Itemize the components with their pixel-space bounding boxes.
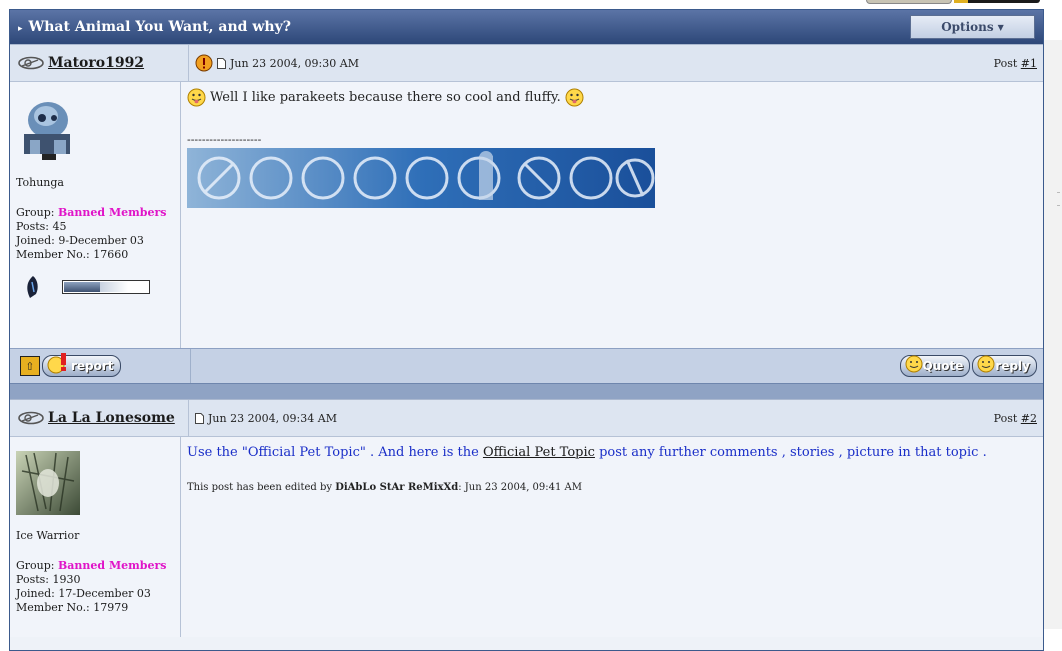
post-footer-right: Quote reply [191, 349, 1043, 383]
post-date: Jun 23 2004, 09:30 AM [230, 56, 359, 70]
top-toolbar-stub [866, 0, 952, 4]
post-meta: Jun 23 2004, 09:30 AM Post #1 [189, 45, 1043, 81]
author-info: Ice Warrior Group: Banned Members Posts:… [10, 437, 181, 637]
back-to-top-button[interactable]: ⇧ [20, 356, 40, 376]
member-number: Member No.: 17660 [16, 248, 129, 261]
member-number: Member No.: 17979 [16, 601, 129, 614]
tongue-smiley-icon [187, 88, 206, 107]
post-message: Use the "Official Pet Topic" . And here … [187, 445, 1037, 460]
group-label: Group: [16, 206, 55, 219]
avatar [16, 451, 80, 515]
member-extras [16, 274, 180, 300]
post-number-link[interactable]: #2 [1021, 412, 1037, 425]
reply-icon [977, 355, 995, 373]
tongue-smiley-icon [565, 88, 584, 107]
post-author-cell: La La Lonesome [10, 400, 189, 436]
member-joined: Joined: 9-December 03 [16, 234, 144, 247]
up-arrow-icon: ⇧ [25, 359, 35, 373]
reply-button[interactable]: reply [972, 355, 1037, 377]
post-number-wrap: Post #2 [994, 412, 1037, 425]
post-label: Post [993, 56, 1018, 70]
quote-icon [905, 355, 923, 373]
post-body: Ice Warrior Group: Banned Members Posts:… [10, 436, 1043, 637]
report-alert-icon [47, 353, 66, 374]
reputation-bar [62, 280, 150, 294]
member-group: Group: Banned Members [16, 559, 180, 573]
signature-banner-image [187, 148, 655, 208]
quote-button[interactable]: Quote [899, 355, 971, 377]
butterfly-icon [27, 276, 38, 298]
report-label: report [71, 359, 114, 373]
post-author-name[interactable]: La La Lonesome [48, 410, 175, 426]
user-online-icon [18, 411, 44, 425]
post-doc-icon [195, 412, 204, 424]
author-info: Tohunga Group: Banned Members Posts: 45 … [10, 82, 181, 348]
topic-container: ▸ What Animal You Want, and why? Options … [9, 9, 1044, 651]
warning-icon [195, 54, 213, 72]
post-footer: ⇧ report Quote reply [10, 348, 1043, 383]
user-online-icon [18, 56, 44, 70]
post-body: Tohunga Group: Banned Members Posts: 45 … [10, 81, 1043, 348]
avatar [16, 96, 78, 162]
post-divider [10, 383, 1043, 399]
top-toolbar-stub-dark [954, 0, 1040, 3]
member-rank: Tohunga [16, 176, 64, 189]
post-header: Matoro1992 Jun 23 2004, 09:30 AM Post #1 [10, 44, 1043, 81]
scrollbar-grip[interactable] [1057, 192, 1060, 206]
post-message-part2: post any further comments , stories , pi… [594, 445, 987, 460]
post-content: Well I like parakeets because there so c… [181, 82, 1043, 348]
post-doc-icon [217, 57, 226, 69]
chevron-down-icon: ▼ [997, 22, 1004, 32]
group-label: Group: [16, 559, 55, 572]
options-button[interactable]: Options ▼ [910, 15, 1035, 39]
post-date-wrap: Jun 23 2004, 09:30 AM [195, 54, 359, 72]
post-number-link[interactable]: #1 [1021, 57, 1037, 70]
bullet-arrow-icon: ▸ [18, 24, 23, 34]
post-content: Use the "Official Pet Topic" . And here … [181, 437, 1043, 637]
member-rank: Ice Warrior [16, 529, 80, 542]
member-posts: Posts: 45 [16, 220, 67, 233]
topic-title: What Animal You Want, and why? [28, 19, 291, 35]
member-posts: Posts: 1930 [16, 573, 81, 586]
official-pet-topic-link[interactable]: Official Pet Topic [483, 445, 595, 460]
post-date: Jun 23 2004, 09:34 AM [208, 411, 337, 425]
scrollbar[interactable] [1043, 40, 1062, 629]
reply-label: reply [995, 359, 1030, 373]
edited-note: This post has been edited by DiAbLo StAr… [187, 482, 1037, 493]
edited-by: DiAbLo StAr ReMixXd [335, 482, 459, 493]
post-author-cell: Matoro1992 [10, 45, 189, 81]
group-name: Banned Members [58, 206, 167, 219]
topic-title-wrap: ▸ What Animal You Want, and why? [18, 19, 291, 35]
group-name: Banned Members [58, 559, 167, 572]
post-message: Well I like parakeets because there so c… [187, 88, 1037, 107]
post-date-wrap: Jun 23 2004, 09:34 AM [195, 412, 337, 425]
post-number-wrap: Post #1 [994, 57, 1037, 70]
member-group: Group: Banned Members [16, 206, 180, 220]
post-message-part1: Use the "Official Pet Topic" . And here … [187, 445, 483, 460]
edited-prefix: This post has been edited by [187, 482, 336, 493]
post-message-text: Well I like parakeets because there so c… [210, 90, 561, 105]
member-joined: Joined: 17-December 03 [16, 587, 151, 600]
post-meta: Jun 23 2004, 09:34 AM Post #2 [189, 400, 1043, 436]
post-label: Post [993, 411, 1018, 425]
topic-title-bar: ▸ What Animal You Want, and why? Options … [10, 10, 1043, 44]
post-footer-left: ⇧ report [10, 349, 191, 383]
report-button[interactable]: report [42, 353, 121, 377]
post-author-name[interactable]: Matoro1992 [48, 55, 144, 71]
post-header: La La Lonesome Jun 23 2004, 09:34 AM Pos… [10, 399, 1043, 436]
quote-label: Quote [922, 359, 964, 373]
edited-suffix: : Jun 23 2004, 09:41 AM [458, 482, 583, 493]
options-label: Options [941, 20, 994, 34]
signature-divider: -------------------- [187, 133, 262, 146]
